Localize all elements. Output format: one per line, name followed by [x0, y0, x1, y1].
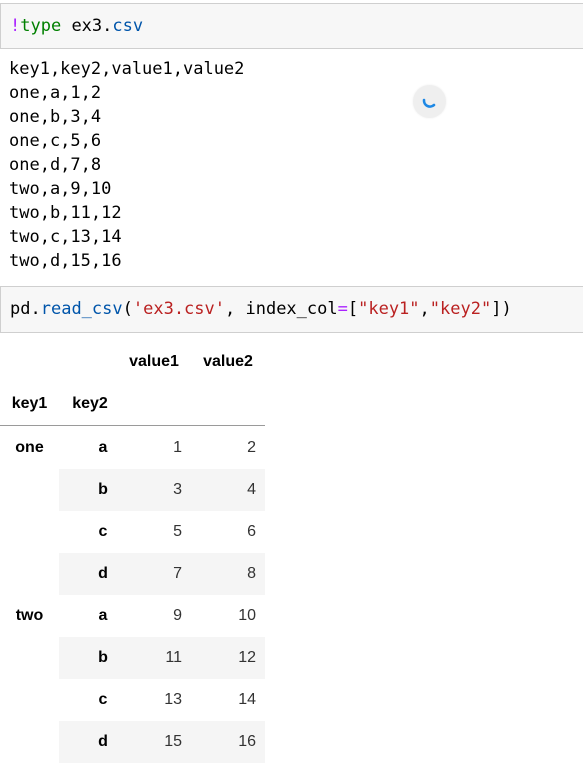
value2-cell: 10	[238, 607, 256, 624]
loading-spinner-icon	[413, 85, 446, 118]
output-line: two,a,9,10	[9, 179, 112, 199]
value1-cell: 9	[173, 607, 182, 624]
value2-cell: 8	[247, 565, 256, 582]
extension-token: csv	[112, 16, 144, 36]
index-key1-cell	[0, 511, 59, 553]
index-key1-cell	[0, 721, 59, 763]
output-line: one,b,3,4	[9, 107, 102, 127]
command-token: type	[20, 16, 62, 36]
value2-cell: 2	[247, 439, 256, 456]
string-key2-token: "key2"	[429, 299, 492, 319]
code-cell-1-input[interactable]: !type ex3.csv	[0, 3, 583, 49]
string-key1-token: "key1"	[358, 299, 420, 319]
bracket-open-token: [	[347, 299, 359, 319]
index-key1-cell: two	[15, 607, 44, 624]
value1-cell: 15	[164, 733, 182, 750]
value1-cell: 13	[164, 691, 182, 708]
output-line: two,b,11,12	[9, 203, 122, 223]
table-row: d 7 8	[0, 553, 265, 595]
value2-cell: 6	[247, 523, 256, 540]
filename-string-token: 'ex3.csv'	[132, 299, 225, 319]
object-token: pd	[10, 299, 31, 319]
output-line: one,a,1,2	[9, 83, 102, 103]
column-header-value2: value2	[203, 353, 253, 370]
output-line: one,c,5,6	[9, 131, 102, 151]
column-header-row: value1 value2	[0, 341, 265, 383]
index-key1-cell	[0, 553, 59, 595]
value1-cell: 7	[173, 565, 182, 582]
index-key1-cell: one	[15, 439, 44, 456]
index-name-row: key1 key2	[0, 383, 265, 425]
output-line: one,d,7,8	[9, 155, 102, 175]
table-row: c 13 14	[0, 679, 265, 721]
table-row: d 15 16	[0, 721, 265, 763]
separator-token: ,	[225, 299, 246, 319]
index-key1-cell	[0, 637, 59, 679]
shell-magic-token: !	[10, 16, 21, 36]
value1-cell: 5	[173, 523, 182, 540]
table-row: two a 9 10	[0, 595, 265, 637]
close-token: ])	[491, 299, 512, 319]
table-row: c 5 6	[0, 511, 265, 553]
index-name-key2: key2	[72, 395, 108, 412]
value1-cell: 3	[173, 481, 182, 498]
column-header-value1: value1	[129, 353, 179, 370]
output-line: key1,key2,value1,value2	[9, 59, 245, 79]
code-cell-2-input[interactable]: pd.read_csv('ex3.csv', index_col=["key1"…	[0, 286, 583, 333]
value2-cell: 16	[238, 733, 256, 750]
value2-cell: 14	[238, 691, 256, 708]
table-row: one a 1 2	[0, 427, 265, 469]
index-name-key1: key1	[11, 395, 48, 412]
code-cell-1-output: key1,key2,value1,value2 one,a,1,2 one,b,…	[9, 57, 244, 273]
index-key1-cell	[0, 469, 59, 511]
header-divider	[0, 425, 265, 426]
equals-token: =	[337, 299, 348, 319]
filename-token: ex3.	[61, 16, 113, 36]
value2-cell: 4	[247, 481, 256, 498]
kwarg-token: index_col	[245, 299, 338, 319]
table-row: b 3 4	[0, 469, 265, 511]
comma-token: ,	[419, 299, 430, 319]
paren-open-token: (	[122, 299, 133, 319]
output-line: two,d,15,16	[9, 251, 122, 271]
value2-cell: 12	[238, 649, 256, 666]
value1-cell: 1	[173, 439, 182, 456]
dot-token: .	[30, 299, 41, 319]
table-row: b 11 12	[0, 637, 265, 679]
function-token: read_csv	[40, 299, 123, 319]
index-key1-cell	[0, 679, 59, 721]
value1-cell: 11	[165, 649, 182, 666]
output-line: two,c,13,14	[9, 227, 122, 247]
